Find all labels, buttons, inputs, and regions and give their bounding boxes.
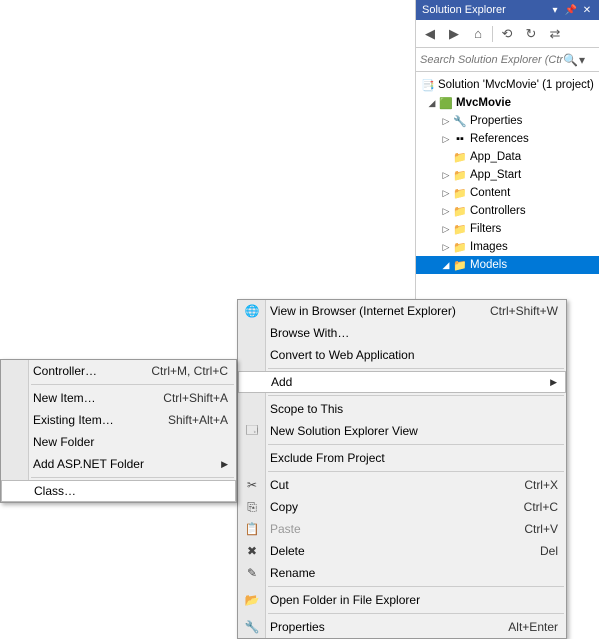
expander-icon[interactable]: ◢ [440, 260, 452, 271]
search-input[interactable] [420, 54, 563, 66]
tree-node-images[interactable]: ▷📁Images [416, 238, 599, 256]
menu-separator [268, 613, 564, 614]
menu-separator [268, 586, 564, 587]
expander-icon[interactable]: ▷ [440, 188, 452, 199]
menu-item-existing-item[interactable]: Existing Item…Shift+Alt+A [1, 409, 236, 431]
menu-separator [31, 384, 234, 385]
dropdown-icon[interactable]: ▾ [549, 4, 561, 16]
menu-item-scope-to-this[interactable]: Scope to This [238, 398, 566, 420]
tree-node-models[interactable]: ◢📁Models [416, 256, 599, 274]
folder-icon: 📁 [452, 223, 468, 236]
add-submenu: Controller…Ctrl+M, Ctrl+C New Item…Ctrl+S… [0, 359, 237, 503]
wrench-icon: 🔧 [452, 115, 468, 128]
tree-node-controllers[interactable]: ▷📁Controllers [416, 202, 599, 220]
refresh-icon[interactable]: ↻ [521, 24, 541, 44]
context-menu: 🌐View in Browser (Internet Explorer)Ctrl… [237, 299, 567, 639]
menu-separator [268, 471, 564, 472]
copy-icon: ⎘ [244, 499, 260, 515]
tree-node-appdata[interactable]: 📁App_Data [416, 148, 599, 166]
folder-icon: 📁 [452, 187, 468, 200]
panel-titlebar: Solution Explorer ▾ 📌 ✕ [416, 0, 599, 20]
menu-item-new-solution-explorer-view[interactable]: 🗔New Solution Explorer View [238, 420, 566, 442]
menu-item-open-folder-in-file-explorer[interactable]: 📂Open Folder in File Explorer [238, 589, 566, 611]
menu-separator [268, 444, 564, 445]
menu-separator [268, 368, 564, 369]
tree-node-filters[interactable]: ▷📁Filters [416, 220, 599, 238]
menu-item-browse-with[interactable]: Browse With… [238, 322, 566, 344]
expander-icon[interactable]: ▷ [440, 116, 452, 127]
home-icon[interactable]: ⌂ [468, 24, 488, 44]
expander-icon[interactable]: ▷ [440, 206, 452, 217]
search-dropdown-icon[interactable]: ▾ [579, 53, 595, 67]
menu-item-properties[interactable]: 🔧PropertiesAlt+Enter [238, 616, 566, 638]
panel-toolbar: ◀ ▶ ⌂ ⟲ ↻ ⇄ [416, 20, 599, 48]
submenu-arrow-icon: ▶ [550, 377, 557, 388]
folder-icon: 📁 [452, 241, 468, 254]
menu-item-paste: 📋PasteCtrl+V [238, 518, 566, 540]
menu-separator [268, 395, 564, 396]
menu-item-controller[interactable]: Controller…Ctrl+M, Ctrl+C [1, 360, 236, 382]
tree-node-appstart[interactable]: ▷📁App_Start [416, 166, 599, 184]
expander-icon[interactable]: ▷ [440, 134, 452, 145]
menu-item-add-asp-net-folder[interactable]: Add ASP.NET Folder▶ [1, 453, 236, 475]
cut-icon: ✂ [244, 477, 260, 493]
window-icon: 🗔 [244, 423, 260, 439]
solution-tree: 📑 Solution 'MvcMovie' (1 project) ◢ 🟩 Mv… [416, 72, 599, 278]
folder-icon: 📁 [452, 151, 468, 164]
menu-item-new-folder[interactable]: New Folder [1, 431, 236, 453]
solution-icon: 📑 [420, 79, 436, 92]
menu-separator [31, 477, 234, 478]
expander-icon[interactable]: ◢ [426, 98, 438, 109]
sync-icon[interactable]: ⟲ [497, 24, 517, 44]
tree-node-content[interactable]: ▷📁Content [416, 184, 599, 202]
tree-node-references[interactable]: ▷▪▪References [416, 130, 599, 148]
pin-icon[interactable]: 📌 [565, 4, 577, 16]
menu-item-exclude-from-project[interactable]: Exclude From Project [238, 447, 566, 469]
expander-icon[interactable]: ▷ [440, 170, 452, 181]
menu-item-cut[interactable]: ✂CutCtrl+X [238, 474, 566, 496]
project-icon: 🟩 [438, 97, 454, 110]
panel-title: Solution Explorer [422, 4, 506, 16]
menu-item-view-in-browser-internet-explorer[interactable]: 🌐View in Browser (Internet Explorer)Ctrl… [238, 300, 566, 322]
menu-item-copy[interactable]: ⎘CopyCtrl+C [238, 496, 566, 518]
project-node[interactable]: ◢ 🟩 MvcMovie [416, 94, 599, 112]
menu-item-rename[interactable]: ✎Rename [238, 562, 566, 584]
paste-icon: 📋 [244, 521, 260, 537]
expander-icon[interactable]: ▷ [440, 242, 452, 253]
browser-icon: 🌐 [244, 303, 260, 319]
toolbar-separator [492, 26, 493, 42]
menu-item-delete[interactable]: ✖DeleteDel [238, 540, 566, 562]
menu-item-new-item[interactable]: New Item…Ctrl+Shift+A [1, 387, 236, 409]
wrench-icon: 🔧 [244, 619, 260, 635]
solution-node[interactable]: 📑 Solution 'MvcMovie' (1 project) [416, 76, 599, 94]
folder-icon: 📁 [452, 259, 468, 272]
expander-icon[interactable]: ▷ [440, 224, 452, 235]
submenu-arrow-icon: ▶ [221, 459, 228, 470]
openfolder-icon: 📂 [244, 592, 260, 608]
search-icon[interactable]: 🔍 [563, 53, 579, 67]
search-box[interactable]: 🔍 ▾ [416, 48, 599, 72]
menu-item-convert-to-web-application[interactable]: Convert to Web Application [238, 344, 566, 366]
close-icon[interactable]: ✕ [581, 4, 593, 16]
rename-icon: ✎ [244, 565, 260, 581]
forward-icon[interactable]: ▶ [444, 24, 464, 44]
collapse-icon[interactable]: ⇄ [545, 24, 565, 44]
menu-item-add[interactable]: Add▶ [238, 371, 566, 393]
delete-icon: ✖ [244, 543, 260, 559]
folder-icon: 📁 [452, 169, 468, 182]
refs-icon: ▪▪ [452, 133, 468, 145]
folder-icon: 📁 [452, 205, 468, 218]
menu-item-class[interactable]: Class… [1, 480, 236, 502]
tree-node-properties[interactable]: ▷🔧Properties [416, 112, 599, 130]
back-icon[interactable]: ◀ [420, 24, 440, 44]
